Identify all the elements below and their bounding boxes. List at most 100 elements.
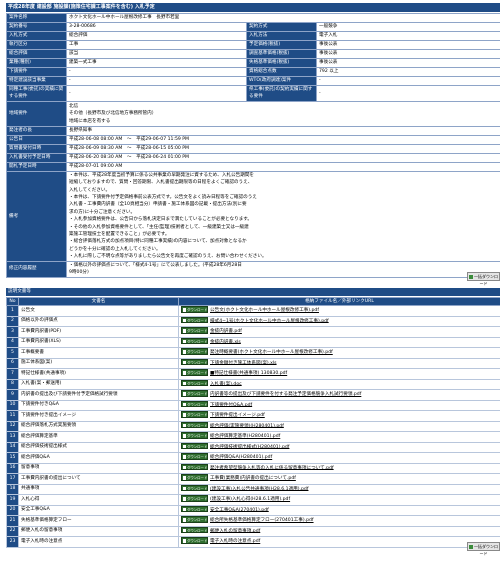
doc-file-cell: ダウンロード 入札書(案).doc: [178, 378, 500, 390]
doc-file-link[interactable]: (建設工事)入札心得(H28.6.1適用).pdf: [210, 497, 290, 502]
doc-file-link[interactable]: 総合評価技術提出様式(H280401).pdf: [210, 444, 289, 449]
download-button-label: ダウンロード: [187, 413, 208, 418]
doc-number: 13: [6, 431, 19, 443]
doc-file-link[interactable]: 総合評価Q&A(H280401).pdf: [210, 455, 272, 460]
remarks-line: ・本件は、下請要件付予定価格事前公表方式です。公告文をよく読み日程等をご確認のう…: [69, 195, 257, 201]
info-value: 電子入札: [316, 31, 500, 41]
doc-file-link[interactable]: 下請要件提出イメージ.pdf: [210, 413, 265, 418]
doc-name: 工事費内訳書(XLS): [18, 336, 179, 348]
doc-file-link[interactable]: 総合所失格基準価格算定フロー(270401工事).pdf: [210, 518, 314, 523]
file-icon: [183, 360, 186, 365]
doc-name: 下請要件付きQ&A: [18, 399, 179, 411]
info-label: 総合評価: [6, 49, 67, 59]
file-icon: [183, 539, 186, 543]
doc-number: 21: [6, 515, 19, 527]
download-all-button[interactable]: 一括ダウンロード: [467, 272, 500, 286]
doc-name: 工事費内訳書の提出について: [18, 473, 179, 485]
download-button[interactable]: ダウンロード: [181, 453, 208, 460]
download-button[interactable]: ダウンロード: [181, 390, 208, 397]
download-button[interactable]: ダウンロード: [181, 474, 208, 481]
doc-file-link[interactable]: 工事費(業務費)内訳書の提出について.pdf: [210, 476, 296, 481]
download-button[interactable]: ダウンロード: [181, 316, 208, 324]
download-button[interactable]: ダウンロード: [181, 495, 208, 502]
doc-number: 22: [6, 525, 19, 537]
region-line: 地域に本店を有する: [69, 118, 111, 124]
download-all-button-bottom[interactable]: 一括ダウンロード: [467, 542, 500, 556]
download-button[interactable]: ダウンロード: [181, 463, 208, 471]
download-icon: [469, 545, 473, 549]
revision-line: ・価格以外の評価点について、「様式4-1号」にて公表しました。(平成28年6月2…: [69, 262, 242, 268]
doc-file-link[interactable]: 入札書(案).doc: [210, 381, 242, 386]
download-button-label: ダウンロード: [187, 392, 208, 397]
download-button[interactable]: ダウンロード: [181, 484, 208, 492]
table-row: 13 総合評価算定基準 ダウンロード 総合評価算定基準(H280401).pdf: [6, 431, 500, 443]
doc-file-cell: ダウンロード 総合所失格基準価格算定フロー(270401工事).pdf: [178, 515, 500, 527]
info-value: 事後公表: [316, 40, 500, 50]
doc-file-link[interactable]: 郵便入札の留意事項.pdf: [210, 528, 260, 533]
download-button-label: ダウンロード: [187, 360, 208, 365]
doc-file-link[interactable]: ■特記仕様書(共通事項) 130830.pdf: [210, 371, 287, 376]
download-button[interactable]: ダウンロード: [181, 348, 208, 355]
file-icon: [183, 318, 186, 323]
doc-file-cell: ダウンロード 金抜内訳書.pdf: [178, 326, 500, 338]
doc-file-link[interactable]: 公告文(ホクト文化ホール中ホール屋根改修工事).pdf: [210, 308, 319, 313]
download-button[interactable]: ダウンロード: [181, 379, 208, 387]
download-button[interactable]: ダウンロード: [181, 526, 208, 534]
download-button[interactable]: ダウンロード: [181, 358, 208, 366]
table-row: 8 入札書(案・郵送用) ダウンロード 入札書(案).doc: [6, 378, 500, 390]
doc-file-cell: ダウンロード 発注者希望型競争入札等の入札に係る留意事項について.pdf: [178, 462, 500, 474]
download-button-label: ダウンロード: [187, 528, 208, 533]
file-icon: [183, 528, 186, 533]
download-button[interactable]: ダウンロード: [181, 337, 208, 345]
download-button[interactable]: ダウンロード: [181, 432, 208, 439]
file-icon: [183, 402, 186, 407]
doc-file-link[interactable]: (建設工事)入札公告共通事項(H28.6.1適用).pdf: [210, 486, 308, 491]
remarks-line: 入札書・工事費内訳書（全10頁相当分）申請書・施工体系図の記載・提出方法(別に要: [69, 202, 247, 208]
info-label: 業種(種別): [6, 58, 67, 68]
download-button-label: ダウンロード: [187, 455, 208, 460]
download-button-label: ダウンロード: [187, 465, 208, 470]
info-label: 特定建設該当事業: [6, 76, 67, 86]
download-button[interactable]: ダウンロード: [181, 400, 208, 408]
doc-file-link[interactable]: 発注時概要書(ホクト文化ホール中ホール屋根改修工事).pdf: [210, 350, 333, 355]
download-button[interactable]: ダウンロード: [181, 411, 208, 418]
file-icon: [183, 486, 186, 491]
doc-file-link[interactable]: 発注者希望型競争入札等の入札に係る留意事項について.pdf: [210, 465, 334, 470]
file-icon: [183, 455, 186, 459]
doc-file-link[interactable]: 下請要件付Q&A.pdf: [210, 402, 252, 407]
download-button[interactable]: ダウンロード: [181, 442, 208, 450]
doc-file-link[interactable]: 金抜内訳書.xls: [210, 339, 241, 344]
doc-file-link[interactable]: 様式4−1号(ホクト文化ホール中ホール屋根改修工事).pdf: [210, 318, 329, 323]
doc-file-cell: ダウンロード 総合評価Q&A(H280401).pdf: [178, 452, 500, 464]
download-button-label: ダウンロード: [187, 381, 208, 386]
doc-file-link[interactable]: 金抜内訳書.pdf: [210, 329, 242, 334]
download-button[interactable]: ダウンロード: [181, 421, 208, 429]
download-button[interactable]: ダウンロード: [181, 537, 208, 544]
region-line: その他（長野市及び北信地方事務所管内）: [69, 111, 157, 117]
doc-number: 23: [6, 536, 19, 548]
download-button[interactable]: ダウンロード: [181, 505, 208, 513]
download-button[interactable]: ダウンロード: [181, 369, 208, 376]
doc-file-link[interactable]: 安全工事Q&A(270401).pdf: [210, 507, 269, 512]
download-button[interactable]: ダウンロード: [181, 306, 208, 313]
download-button-label: ダウンロード: [187, 476, 208, 481]
doc-name: 総合評価技術提出様式: [18, 441, 179, 453]
doc-file-link[interactable]: 電子入札時の注意点.pdf: [210, 539, 260, 544]
download-button[interactable]: ダウンロード: [181, 516, 208, 523]
doc-number: 2: [6, 315, 19, 327]
doc-file-link[interactable]: 総合評価算定基準(H280401).pdf: [210, 434, 280, 439]
download-button-label: ダウンロード: [187, 339, 208, 344]
revision-value: ・価格以外の評価点について、「様式4-1号」にて公表しました。(平成28年6月2…: [66, 260, 500, 278]
doc-file-link[interactable]: 内訳書等の提出及び下請要件を付する発注予定価格競争入札試行要領.pdf: [210, 392, 361, 397]
download-button[interactable]: ダウンロード: [181, 327, 208, 334]
doc-number: 5: [6, 347, 19, 359]
doc-file-link[interactable]: 総合評価(実施要領)(H280401).pdf: [210, 423, 284, 428]
table-row: 17 工事費内訳書の提出について ダウンロード 工事費(業務費)内訳書の提出について.…: [6, 473, 500, 485]
info-value: 3-28-00686: [66, 22, 247, 32]
table-row: 7 特記仕様書(共通事項) ダウンロード ■特記仕様書(共通事項) 130830.pd…: [6, 368, 500, 380]
info-value: -: [66, 67, 247, 77]
info-value: 該当: [66, 49, 247, 59]
file-icon: [183, 497, 186, 501]
header-file-name: 格納ファイル名／外部リンクURL: [178, 297, 500, 306]
doc-file-link[interactable]: 下請金額付き施工体系図(案).xls: [210, 360, 277, 365]
